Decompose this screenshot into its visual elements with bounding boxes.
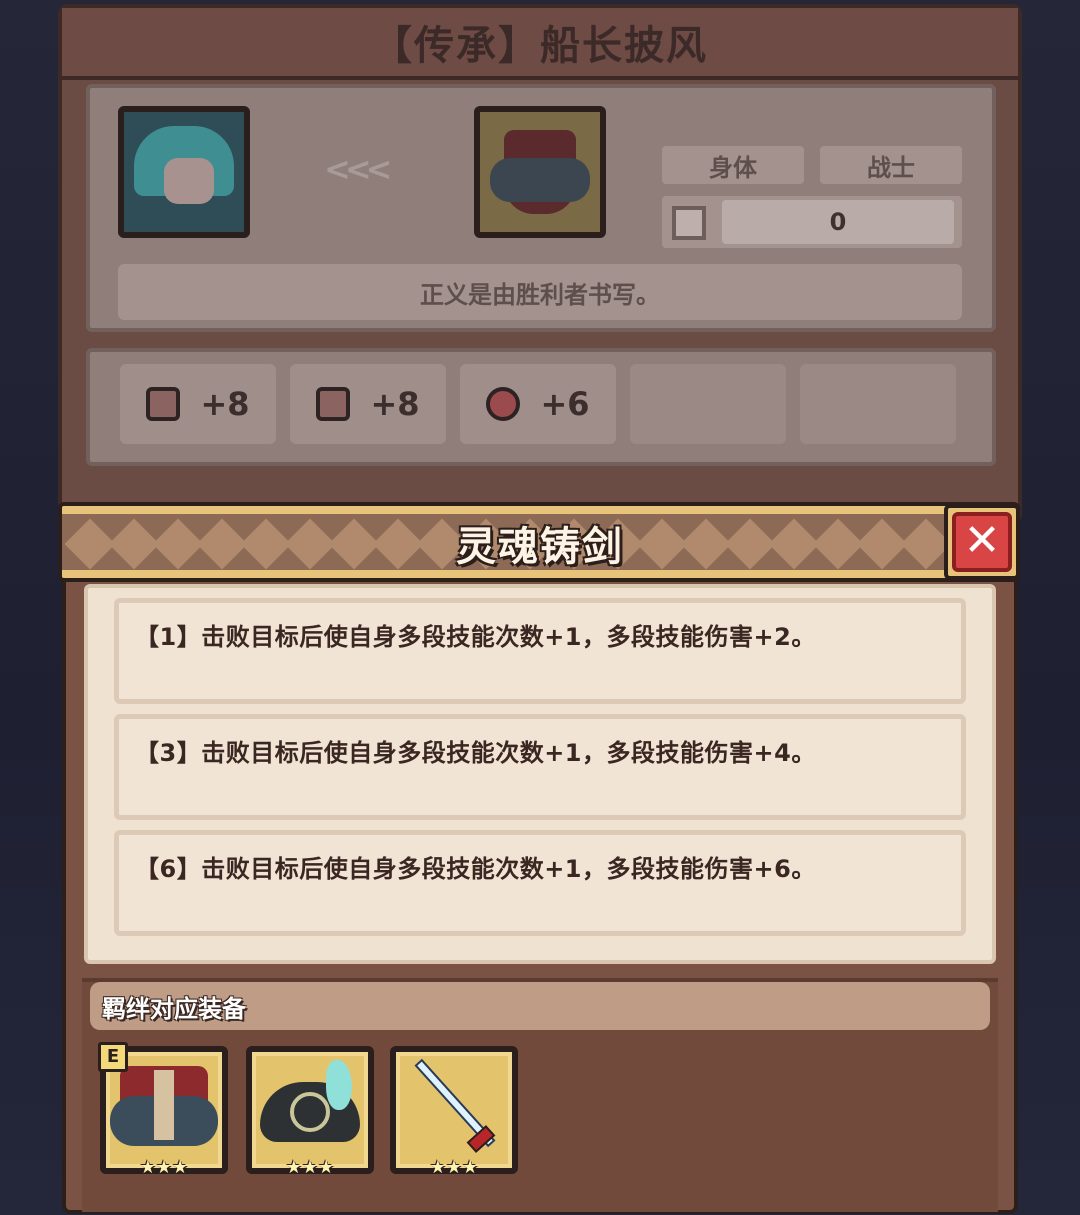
bond-item-sword[interactable]: ★★★ xyxy=(390,1046,518,1178)
cloak-item-icon xyxy=(474,106,606,238)
stat-empty-slot xyxy=(800,364,956,444)
star-rating: ★★★ xyxy=(429,1157,479,1178)
class-tag: 战士 xyxy=(820,146,962,184)
bond-equipment-label: 羁绊对应装备 xyxy=(90,982,990,1030)
effect-tier-1: 【1】击败目标后使自身多段技能次数+1，多段技能伤害+2。 xyxy=(114,598,966,704)
modal-title: 灵魂铸剑 xyxy=(456,524,624,570)
effect-tier-6: 【6】击败目标后使自身多段技能次数+1，多段技能伤害+6。 xyxy=(114,830,966,936)
star-rating: ★★★ xyxy=(139,1157,189,1178)
stat-value: +8 xyxy=(370,385,420,423)
stat-value: +6 xyxy=(540,385,590,423)
character-portrait xyxy=(118,106,250,238)
stat-book: +8 xyxy=(290,364,446,444)
equipment-title: 【传承】船长披风 xyxy=(62,8,1018,80)
armor-icon xyxy=(146,387,181,421)
chevron-left-icon: <<< xyxy=(324,150,392,188)
close-button[interactable]: ✕ xyxy=(944,504,1020,580)
book-icon xyxy=(316,387,351,421)
power-value: 0 xyxy=(722,200,954,244)
power-row: 0 xyxy=(662,196,962,248)
stat-value: +8 xyxy=(200,385,250,423)
stat-armor: +8 xyxy=(120,364,276,444)
power-icon xyxy=(672,206,706,240)
stat-heart: +6 xyxy=(460,364,616,444)
close-icon: ✕ xyxy=(952,512,1012,572)
heart-icon xyxy=(486,387,521,421)
equipment-quote: 正义是由胜利者书写。 xyxy=(118,264,962,320)
effect-tier-3: 【3】击败目标后使自身多段技能次数+1，多段技能伤害+4。 xyxy=(114,714,966,820)
equipped-badge: E xyxy=(98,1042,128,1072)
star-rating: ★★★ xyxy=(285,1157,335,1178)
stat-empty-slot xyxy=(630,364,786,444)
bond-item-pirate-hat[interactable]: ★★★ xyxy=(246,1046,374,1178)
slot-tag: 身体 xyxy=(662,146,804,184)
